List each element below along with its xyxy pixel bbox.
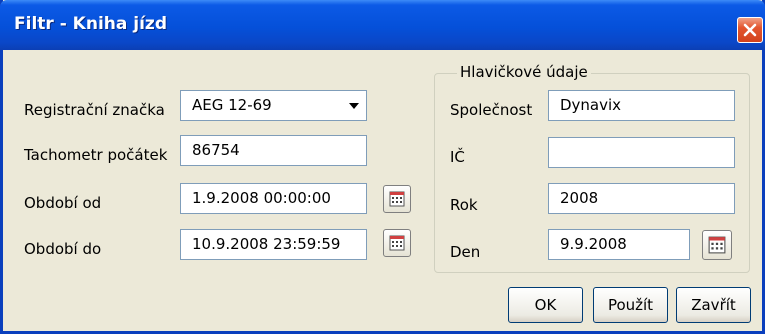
calendar-icon bbox=[389, 191, 405, 207]
header-details-title: Hlavičkové údaje bbox=[457, 63, 591, 81]
period-from-value: 1.9.2008 00:00:00 bbox=[192, 189, 331, 207]
close-button[interactable]: Zavřít bbox=[676, 287, 751, 323]
ic-label: IČ bbox=[450, 148, 465, 166]
company-input[interactable]: Dynavix bbox=[548, 90, 735, 121]
close-icon bbox=[743, 23, 757, 37]
day-label: Den bbox=[450, 243, 481, 261]
apply-button[interactable]: Použít bbox=[593, 287, 668, 323]
year-label: Rok bbox=[450, 196, 478, 214]
calendar-icon bbox=[708, 236, 726, 254]
company-value: Dynavix bbox=[560, 96, 622, 114]
period-to-calendar-button[interactable] bbox=[383, 229, 411, 257]
day-input[interactable]: 9.9.2008 bbox=[548, 229, 690, 260]
year-value: 2008 bbox=[560, 189, 599, 207]
period-to-value: 10.9.2008 23:59:59 bbox=[192, 235, 341, 253]
filter-dialog: Filtr - Kniha jízd Registrační značka AE… bbox=[0, 0, 765, 334]
registration-select[interactable]: AEG 12-69 bbox=[180, 90, 367, 121]
odometer-value: 86754 bbox=[192, 141, 240, 159]
company-label: Společnost bbox=[450, 101, 533, 119]
period-from-calendar-button[interactable] bbox=[383, 185, 411, 213]
calendar-icon bbox=[389, 235, 405, 251]
period-to-input[interactable]: 10.9.2008 23:59:59 bbox=[180, 229, 367, 260]
dropdown-arrow[interactable] bbox=[341, 91, 366, 120]
odometer-input[interactable]: 86754 bbox=[180, 135, 367, 166]
registration-value: AEG 12-69 bbox=[192, 96, 272, 114]
day-calendar-button[interactable] bbox=[702, 230, 732, 260]
day-value: 9.9.2008 bbox=[560, 235, 627, 253]
period-from-input[interactable]: 1.9.2008 00:00:00 bbox=[180, 183, 367, 214]
close-window-button[interactable] bbox=[737, 17, 763, 43]
registration-label: Registrační značka bbox=[24, 101, 165, 119]
odometer-label: Tachometr počátek bbox=[24, 146, 168, 164]
chevron-down-icon bbox=[348, 102, 359, 109]
period-from-label: Období od bbox=[24, 194, 102, 212]
title-bar[interactable]: Filtr - Kniha jízd bbox=[0, 0, 765, 50]
ic-input[interactable] bbox=[548, 137, 735, 168]
period-to-label: Období do bbox=[24, 240, 102, 258]
ok-button[interactable]: OK bbox=[508, 287, 583, 323]
window-title: Filtr - Kniha jízd bbox=[14, 14, 167, 34]
year-input[interactable]: 2008 bbox=[548, 183, 735, 214]
